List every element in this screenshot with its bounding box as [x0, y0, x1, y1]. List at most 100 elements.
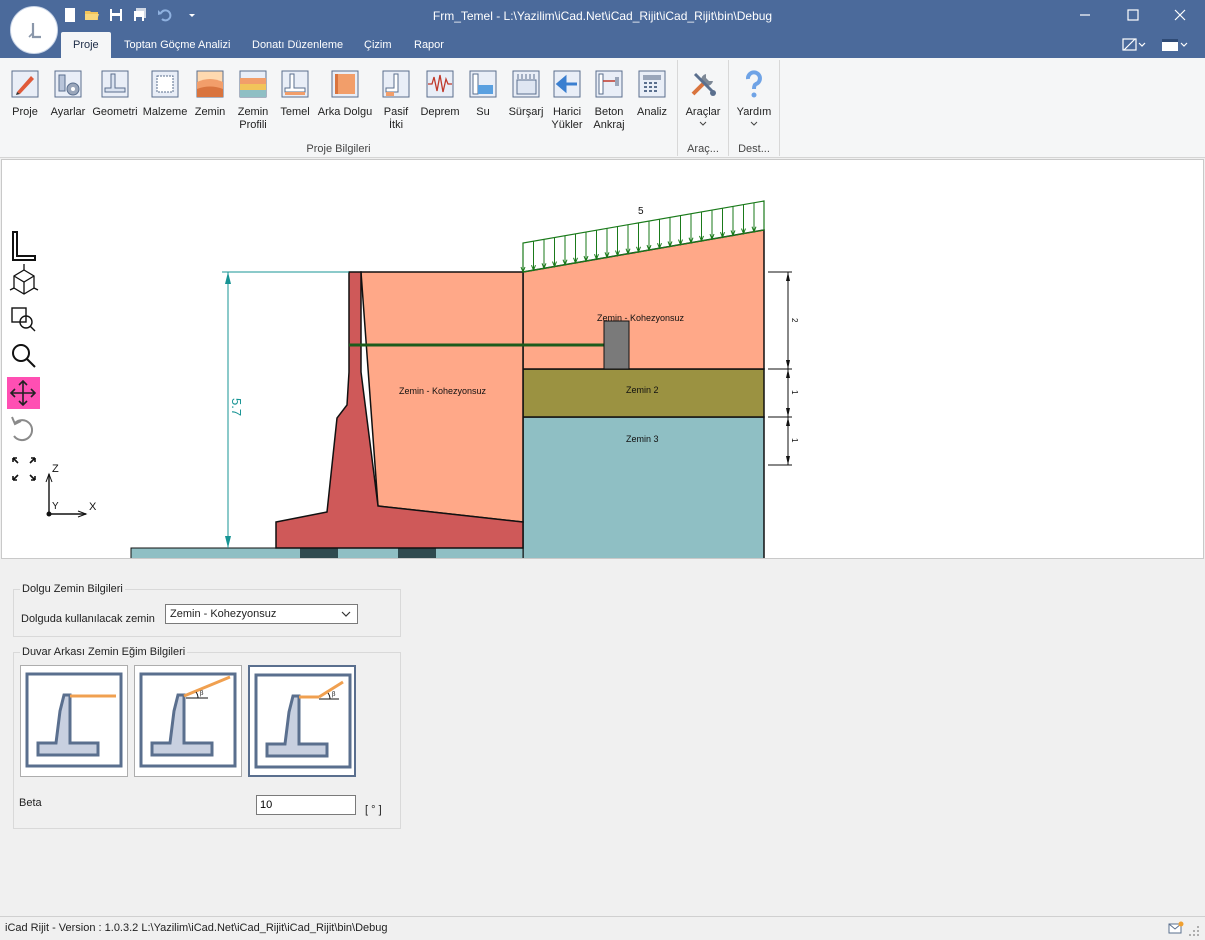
- ribbon-label-temel: Temel: [280, 106, 310, 118]
- theme-selector-icon[interactable]: [1122, 37, 1152, 53]
- ribbon-button-malzeme[interactable]: Malzeme: [142, 66, 188, 119]
- slope-option-inclined[interactable]: β: [134, 665, 242, 777]
- backfill-groupbox-title: Dolgu Zemin Bilgileri: [20, 583, 125, 595]
- ribbon-separator: [728, 60, 729, 156]
- tab-donati-duzenleme[interactable]: Donatı Düzenleme: [240, 32, 355, 58]
- ribbon-label-pasif-itki-1: Pasif: [383, 106, 409, 118]
- backfill-icon: [331, 70, 359, 98]
- ribbon-group-araclar: Araç...: [687, 143, 719, 155]
- ribbon-label-deprem: Deprem: [420, 106, 460, 118]
- ribbon-button-geometri[interactable]: Geometri: [91, 66, 139, 119]
- minimize-icon[interactable]: [1076, 6, 1094, 24]
- flat-backfill-icon: [25, 672, 123, 768]
- ribbon-button-beton-ankraj[interactable]: Beton Ankraj: [592, 66, 626, 132]
- ribbon-label-proje: Proje: [12, 106, 38, 118]
- layout-menu-icon[interactable]: [1161, 37, 1191, 53]
- drawing-canvas[interactable]: 5 5.7 2 1 1 Zemin - Kohezyonsuz Zemin - …: [1, 159, 1204, 559]
- zoom-icon[interactable]: [12, 344, 36, 368]
- settings-icon: [54, 70, 82, 98]
- help-icon: [746, 70, 762, 98]
- ribbon-button-analiz[interactable]: Analiz: [634, 66, 670, 119]
- backfill-soil: [360, 271, 524, 523]
- backfill-soil-label: Dolguda kullanılacak zemin: [21, 613, 155, 625]
- shear-key: [398, 548, 436, 558]
- surcharge-icon: [512, 70, 540, 98]
- ribbon-label-harici-yukler-1: Harici: [552, 106, 582, 118]
- status-bar: iCad Rijit - Version : 1.0.3.2 L:\Yazili…: [0, 916, 1205, 940]
- beta-symbol: β: [200, 690, 204, 697]
- height-dimension-label: 5.7: [229, 398, 244, 416]
- ribbon-button-sursarj[interactable]: Sürşarj: [506, 66, 546, 119]
- ribbon-button-yardim[interactable]: Yardım: [733, 66, 775, 132]
- ribbon: Proje Ayarlar Geometri Malzeme Zemin Zem…: [0, 58, 1205, 158]
- ribbon-button-temel[interactable]: Temel: [277, 66, 313, 119]
- ribbon-button-proje[interactable]: Proje: [7, 66, 43, 119]
- ribbon-group-destek: Dest...: [738, 143, 770, 155]
- concrete-anchor-icon: [595, 70, 623, 98]
- project-icon: [11, 70, 39, 98]
- ribbon-button-pasif-itki[interactable]: Pasif İtki: [379, 66, 413, 132]
- ribbon-label-malzeme: Malzeme: [142, 106, 188, 118]
- axis-z-label: Z: [52, 463, 59, 475]
- soil-profile-icon: [239, 70, 267, 98]
- partial-inclined-backfill-icon: β: [254, 673, 352, 769]
- pan-icon[interactable]: [7, 377, 40, 409]
- ribbon-label-yardim: Yardım: [736, 106, 772, 118]
- ribbon-button-araclar[interactable]: Araçlar: [682, 66, 724, 132]
- backfill-soil-select[interactable]: Zemin - Kohezyonsuz: [165, 604, 358, 624]
- status-text: iCad Rijit - Version : 1.0.3.2 L:\Yazili…: [5, 922, 388, 934]
- dimension-arrow-icon: [225, 536, 231, 548]
- ribbon-label-analiz: Analiz: [637, 106, 667, 118]
- notification-mail-icon[interactable]: [1168, 921, 1184, 935]
- geometry-icon: [101, 70, 129, 98]
- zoom-window-icon[interactable]: [11, 307, 36, 332]
- ribbon-button-zemin[interactable]: Zemin: [192, 66, 228, 119]
- layer3-label: Zemin 3: [626, 434, 659, 444]
- passive-thrust-icon: [382, 70, 410, 98]
- tab-proje[interactable]: Proje: [61, 32, 111, 58]
- tools-icon: [691, 72, 716, 96]
- close-icon[interactable]: [1171, 6, 1189, 24]
- rotate-icon[interactable]: [11, 416, 34, 442]
- backfill-layer-label: Zemin - Kohezyonsuz: [399, 386, 487, 396]
- slope-groupbox-title: Duvar Arkası Zemin Eğim Bilgileri: [20, 646, 188, 658]
- ribbon-label-beton-ankraj-2: Ankraj: [593, 119, 625, 131]
- resize-grip-icon[interactable]: [1188, 925, 1200, 937]
- beta-input[interactable]: [256, 795, 356, 815]
- ribbon-button-zemin-profili[interactable]: Zemin Profili: [234, 66, 272, 132]
- tab-toptan-gocme-analizi[interactable]: Toptan Göçme Analizi: [112, 32, 242, 58]
- ribbon-separator: [677, 60, 678, 156]
- tab-rapor[interactable]: Rapor: [402, 32, 456, 58]
- ribbon-button-harici-yukler[interactable]: Harici Yükler: [550, 66, 584, 132]
- layer-dim-label: 1: [790, 438, 799, 443]
- window-title: Frm_Temel - L:\Yazilim\iCad.Net\iCad_Rij…: [432, 9, 773, 23]
- fit-extent-icon[interactable]: [12, 457, 36, 481]
- beta-unit-label: [ ° ]: [365, 804, 382, 816]
- ribbon-button-ayarlar[interactable]: Ayarlar: [48, 66, 88, 119]
- ribbon-button-deprem[interactable]: Deprem: [419, 66, 461, 119]
- upper-layer-label: Zemin - Kohezyonsuz: [597, 313, 685, 323]
- tab-cizim[interactable]: Çizim: [352, 32, 404, 58]
- layer2-label: Zemin 2: [626, 385, 659, 395]
- ribbon-label-arka-dolgu: Arka Dolgu: [317, 106, 373, 118]
- ribbon-label-beton-ankraj-1: Beton: [594, 106, 624, 118]
- ribbon-separator: [779, 60, 780, 156]
- view-front-icon[interactable]: [12, 231, 36, 261]
- inclined-backfill-icon: β: [139, 672, 237, 768]
- title-bar: Frm_Temel - L:\Yazilim\iCad.Net\iCad_Rij…: [0, 0, 1205, 58]
- material-icon: [151, 70, 179, 98]
- earthquake-icon: [426, 70, 454, 98]
- ribbon-label-harici-yukler-2: Yükler: [551, 119, 583, 131]
- ribbon-button-su[interactable]: Su: [467, 66, 499, 119]
- ribbon-label-sursarj: Sürşarj: [508, 106, 544, 118]
- maximize-icon[interactable]: [1124, 6, 1142, 24]
- slope-option-flat[interactable]: [20, 665, 128, 777]
- ribbon-label-su: Su: [476, 106, 490, 118]
- view-3d-icon[interactable]: [9, 264, 39, 295]
- foundation-icon: [281, 70, 309, 98]
- external-loads-icon: [553, 70, 581, 98]
- water-icon: [469, 70, 497, 98]
- ribbon-button-arka-dolgu[interactable]: Arka Dolgu: [317, 66, 373, 119]
- ribbon-label-araclar: Araçlar: [685, 106, 721, 118]
- slope-option-partial[interactable]: β: [248, 665, 356, 777]
